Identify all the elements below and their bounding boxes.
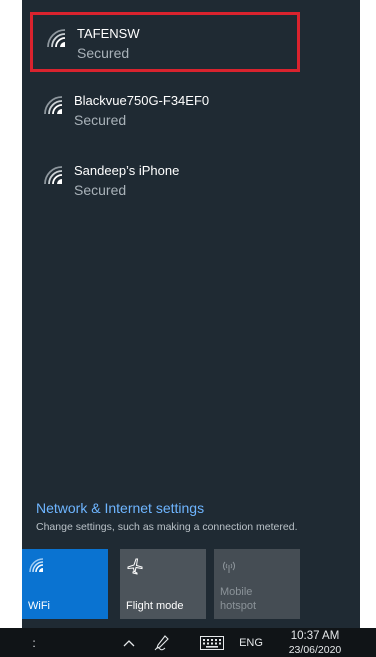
network-name: Blackvue750G-F34EF0 (74, 93, 210, 108)
hotspot-icon (223, 561, 235, 573)
network-item-sandeeps-iphone[interactable]: Sandeep’s iPhone Secured (30, 152, 300, 212)
wifi-signal-icon (44, 96, 63, 115)
chevron-up-icon (123, 639, 135, 646)
network-item-tafensw[interactable]: TAFENSW Secured (30, 12, 300, 72)
keyboard-icon (200, 635, 224, 650)
pen-icon (154, 634, 169, 650)
touch-keyboard-button[interactable] (198, 628, 226, 657)
wifi-signal-icon (47, 29, 66, 48)
network-settings-description: Change settings, such as making a connec… (36, 521, 298, 533)
tile-label: Mobile hotspot (220, 586, 257, 612)
wifi-toggle-button[interactable]: WiFi (22, 549, 108, 619)
airplane-icon (127, 558, 143, 575)
pen-workspace-button[interactable] (150, 628, 174, 657)
taskbar: : ENG 10:37 AM 23/06/2020 (0, 628, 376, 657)
network-status: Secured (77, 45, 130, 61)
input-language-indicator[interactable]: ENG (236, 628, 266, 657)
wifi-signal-icon (44, 166, 63, 185)
taskbar-clock[interactable]: 10:37 AM 23/06/2020 (272, 629, 358, 657)
network-status: Secured (74, 182, 127, 198)
show-hidden-icons-button[interactable] (120, 628, 138, 657)
clock-time: 10:37 AM (290, 630, 340, 642)
clock-date: 23/06/2020 (288, 644, 342, 656)
network-item-blackvue[interactable]: Blackvue750G-F34EF0 Secured (30, 82, 300, 142)
network-status: Secured (74, 112, 127, 128)
network-settings-link[interactable]: Network & Internet settings (36, 500, 204, 516)
tile-label: Flight mode (126, 600, 184, 612)
mobile-hotspot-button: Mobile hotspot (214, 549, 300, 619)
network-name: Sandeep’s iPhone (74, 163, 180, 178)
flight-mode-button[interactable]: Flight mode (120, 549, 206, 619)
taskbar-overflow-dots[interactable]: : (30, 628, 38, 657)
network-name: TAFENSW (77, 26, 140, 41)
tile-label: WiFi (28, 600, 50, 612)
wifi-icon (29, 558, 44, 573)
network-flyout: TAFENSW Secured Blackvue750G-F34EF0 Secu… (22, 0, 360, 628)
